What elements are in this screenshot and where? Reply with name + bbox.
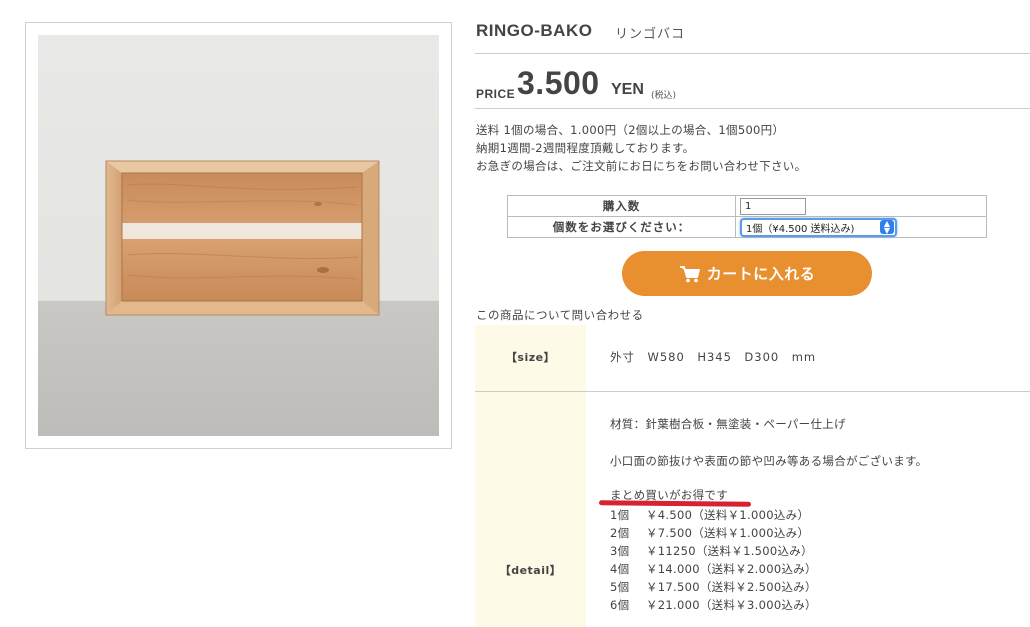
add-to-cart-label: カートに入れる: [706, 265, 816, 283]
bulk-qty: 1個: [610, 508, 630, 522]
bulk-qty: 6個: [610, 598, 630, 612]
bulk-price-list: 1個 ￥4.500（送料￥1.000込み） 2個 ￥7.500（送料￥1.000込み…: [610, 506, 817, 614]
spec-table: 【size】 外寸 W580 H345 D300 mm 【detail】 材質：…: [475, 325, 1030, 627]
select-cell: 1個（¥4.500 送料込み) ▲ ▼: [735, 216, 987, 238]
order-form-table: 購入数 個数をお選びください： 1個（¥4.500 送料込み) ▲▼: [507, 195, 987, 238]
bulk-price: ￥21.000（送料￥3.000込み）: [646, 598, 817, 612]
quantity-select[interactable]: 1個（¥4.500 送料込み) ▲ ▼: [740, 217, 897, 237]
bulk-price-row: 1個 ￥4.500（送料￥1.000込み）: [610, 506, 817, 524]
bulk-price: ￥4.500（送料￥1.000込み）: [646, 508, 810, 522]
bulk-price-row: 3個 ￥11250（送料￥1.500込み）: [610, 542, 817, 560]
wooden-crate-illustration: [105, 160, 380, 316]
bulk-price: ￥7.500（送料￥1.000込み）: [646, 526, 810, 540]
price-row: PRICE 3.500 YEN (税込): [475, 65, 1030, 109]
spec-size-value: 外寸 W580 H345 D300 mm: [610, 350, 817, 364]
bulk-price-row: 5個 ￥17.500（送料￥2.500込み）: [610, 578, 817, 596]
bulk-qty: 4個: [610, 562, 630, 576]
qty-cell: [735, 195, 987, 217]
bulk-price-row: 2個 ￥7.500（送料￥1.000込み）: [610, 524, 817, 542]
product-photo-frame: [25, 22, 452, 449]
bulk-qty: 2個: [610, 526, 630, 540]
select-label: 個数をお選びください：: [507, 216, 736, 238]
add-to-cart-button[interactable]: カートに入れる: [622, 251, 872, 296]
cart-icon: [679, 265, 701, 283]
inquiry-link[interactable]: この商品について問い合わせる: [476, 307, 644, 323]
product-title-row: RINGO-BAKO リンゴバコ: [475, 21, 1030, 54]
delivery-note: 納期1週間-2週間程度頂戴しております。: [476, 141, 695, 155]
qty-label: 購入数: [507, 195, 736, 217]
product-name-en: RINGO-BAKO: [476, 21, 593, 40]
spec-detail-key: 【detail】: [499, 564, 562, 577]
urgent-note: お急ぎの場合は、ご注文前にお日にちをお問い合わせ下さい。: [476, 159, 807, 173]
bulk-price-row: 4個 ￥14.000（送料￥2.000込み）: [610, 560, 817, 578]
bulk-price: ￥17.500（送料￥2.500込み）: [646, 580, 817, 594]
product-details: RINGO-BAKO リンゴバコ PRICE 3.500 YEN (税込) 送料…: [475, 0, 1030, 627]
bulk-price-row: 6個 ￥21.000（送料￥3.000込み）: [610, 596, 817, 614]
spec-label-column: [475, 325, 586, 627]
spec-divider: [475, 391, 1030, 392]
bulk-qty: 5個: [610, 580, 630, 594]
price-tax-note: (税込): [651, 91, 677, 101]
quantity-select-value: 1個（¥4.500 送料込み): [746, 223, 855, 235]
spec-material: 材質：針葉樹合板・無塗装・ペーパー仕上げ: [610, 417, 846, 431]
product-photo[interactable]: [38, 35, 439, 436]
select-arrows-icon: ▲ ▼: [880, 220, 894, 235]
spec-size-key: 【size】: [505, 351, 556, 364]
price-label: PRICE: [476, 87, 516, 101]
qty-input[interactable]: [740, 197, 806, 215]
price-value: 3.500: [517, 65, 600, 101]
bulk-qty: 3個: [610, 544, 630, 558]
bulk-price: ￥14.000（送料￥2.000込み）: [646, 562, 817, 576]
bulk-price: ￥11250（送料￥1.500込み）: [646, 544, 813, 558]
price-unit: YEN: [611, 81, 644, 98]
shipping-note: 送料 1個の場合、1.000円（2個以上の場合、1個500円）: [476, 123, 785, 137]
shipping-notes: 送料 1個の場合、1.000円（2個以上の場合、1個500円） 納期1週間-2週…: [476, 121, 806, 175]
product-name-jp: リンゴバコ: [615, 27, 686, 42]
spec-note: 小口面の節抜けや表面の節や凹み等ある場合がございます。: [610, 454, 928, 468]
